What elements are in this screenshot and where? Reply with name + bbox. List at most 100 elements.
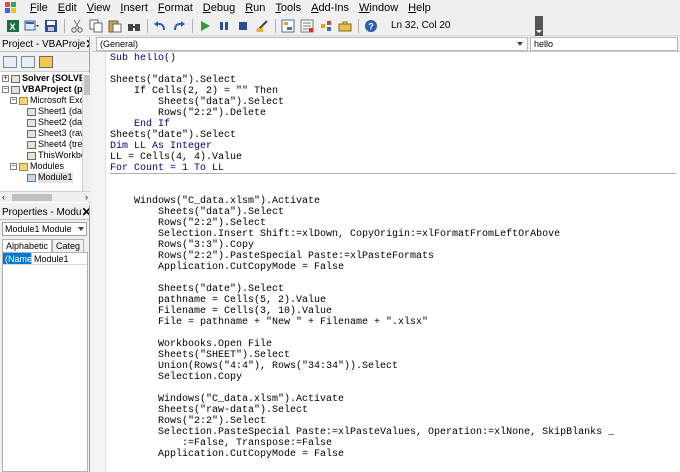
tree-item[interactable]: − VBAProject (pro xyxy=(0,84,82,95)
close-icon[interactable]: ✕ xyxy=(85,38,89,51)
save-icon[interactable] xyxy=(42,17,59,34)
object-combo[interactable]: (General) xyxy=(96,37,528,51)
code-line[interactable] xyxy=(110,383,676,394)
code-line[interactable]: Workbooks.Open File xyxy=(110,339,676,350)
vba-app-icon[interactable] xyxy=(5,2,19,14)
tree-item[interactable]: + Solver (SOLVER. xyxy=(0,73,82,84)
code-line[interactable]: File = pathname + "New " + Filename + ".… xyxy=(110,317,676,328)
margin-indicator-bar[interactable] xyxy=(92,52,106,472)
code-line[interactable]: pathname = Cells(5, 2).Value xyxy=(110,295,676,306)
undo-icon[interactable] xyxy=(151,17,168,34)
code-line[interactable]: Rows("2:2").Select xyxy=(110,416,676,427)
tree-item[interactable]: Sheet4 (trend xyxy=(0,139,82,150)
code-line[interactable]: Sheets("data").Select xyxy=(110,75,676,86)
tree-expander-icon[interactable]: − xyxy=(10,97,17,104)
object-browser-icon[interactable] xyxy=(317,17,334,34)
code-line[interactable] xyxy=(110,174,676,185)
code-line[interactable]: Selection.Copy xyxy=(110,372,676,383)
toolbar-options-button[interactable] xyxy=(535,15,543,36)
tree-item[interactable]: Sheet3 (raw-c xyxy=(0,128,82,139)
tree-expander-icon[interactable]: − xyxy=(10,163,17,170)
copy-icon[interactable] xyxy=(87,17,104,34)
redo-icon[interactable] xyxy=(170,17,187,34)
code-line[interactable] xyxy=(110,273,676,284)
scroll-right-icon[interactable]: › xyxy=(85,193,88,202)
code-line[interactable]: Application.CutCopyMode = False xyxy=(110,449,676,460)
tab-alphabetic[interactable]: Alphabetic xyxy=(2,239,53,253)
code-line[interactable]: Application.CutCopyMode = False xyxy=(110,262,676,273)
tab-categorized[interactable]: Categ xyxy=(52,239,85,253)
menu-item-add-ins[interactable]: Add-Ins xyxy=(306,0,354,16)
code-line[interactable]: Sheets("raw-data").Select xyxy=(110,405,676,416)
code-line[interactable]: Filename = Cells(3, 10).Value xyxy=(110,306,676,317)
property-value[interactable]: Module1 xyxy=(32,253,69,264)
project-vertical-scrollbar[interactable] xyxy=(82,73,90,191)
code-line[interactable]: LL = Cells(4, 4).Value xyxy=(110,152,676,163)
menu-item-insert[interactable]: Insert xyxy=(115,0,153,16)
paste-icon[interactable] xyxy=(106,17,123,34)
insert-userform-icon[interactable] xyxy=(23,17,40,34)
code-line[interactable]: Dim LL As Integer xyxy=(110,141,676,152)
code-line[interactable]: Sheets("date").Select xyxy=(110,284,676,295)
menu-item-file[interactable]: File xyxy=(25,0,53,16)
code-line[interactable]: End If xyxy=(110,119,676,130)
help-icon[interactable]: ? xyxy=(362,17,379,34)
code-line[interactable] xyxy=(110,185,676,196)
view-object-icon[interactable] xyxy=(21,55,35,68)
menu-item-format[interactable]: Format xyxy=(153,0,198,16)
code-line[interactable]: Selection.PasteSpecial Paste:=xlPasteVal… xyxy=(110,427,676,438)
code-line[interactable]: Sheets("data").Select xyxy=(110,97,676,108)
code-line[interactable]: :=False, Transpose:=False xyxy=(110,438,676,449)
code-line[interactable]: Rows("2:2").PasteSpecial Paste:=xlPasteF… xyxy=(110,251,676,262)
menu-item-window[interactable]: Window xyxy=(354,0,403,16)
code-line[interactable]: Rows("2:2").Select xyxy=(110,218,676,229)
code-line[interactable]: Rows("2:2").Delete xyxy=(110,108,676,119)
tree-item[interactable]: Sheet1 (data) xyxy=(0,106,82,117)
code-line[interactable]: Union(Rows("4:4"), Rows("34:34")).Select xyxy=(110,361,676,372)
close-icon[interactable]: ✕ xyxy=(81,206,89,219)
menu-item-tools[interactable]: Tools xyxy=(270,0,306,16)
code-line[interactable]: Sheets("SHEET").Select xyxy=(110,350,676,361)
reset-icon[interactable] xyxy=(234,17,251,34)
run-icon[interactable] xyxy=(196,17,213,34)
code-line[interactable]: If Cells(2, 2) = "" Then xyxy=(110,86,676,97)
project-horizontal-scrollbar[interactable]: ‹ › xyxy=(0,191,90,202)
tree-item[interactable]: Sheet2 (date) xyxy=(0,117,82,128)
tree-expander-icon[interactable]: + xyxy=(2,75,9,82)
code-line[interactable]: Sub hello() xyxy=(110,53,676,64)
design-mode-icon[interactable] xyxy=(253,17,270,34)
menu-item-run[interactable]: Run xyxy=(240,0,270,16)
property-row[interactable]: (Name) Module1 xyxy=(3,253,87,265)
break-icon[interactable] xyxy=(215,17,232,34)
code-line[interactable] xyxy=(110,64,676,75)
code-line[interactable]: Sheets("data").Select xyxy=(110,207,676,218)
tree-item[interactable]: Module1 xyxy=(0,172,82,183)
menu-item-help[interactable]: Help xyxy=(403,0,436,16)
code-line[interactable]: Rows("3:3").Copy xyxy=(110,240,676,251)
cut-icon[interactable] xyxy=(68,17,85,34)
tree-item[interactable]: − Microsoft Excel ( xyxy=(0,95,82,106)
code-line[interactable]: For Count = 1 To LL xyxy=(110,163,676,174)
menu-item-edit[interactable]: Edit xyxy=(53,0,82,16)
procedure-combo[interactable]: hello xyxy=(530,37,678,51)
excel-view-icon[interactable]: X xyxy=(4,17,21,34)
code-line[interactable]: Windows("C_data.xlsm").Activate xyxy=(110,394,676,405)
toggle-folders-icon[interactable] xyxy=(39,55,53,68)
code-line[interactable]: Windows("C_data.xlsm").Activate xyxy=(110,196,676,207)
code-line[interactable] xyxy=(110,328,676,339)
tree-item[interactable]: ThisWorkboo xyxy=(0,150,82,161)
project-explorer-icon[interactable] xyxy=(279,17,296,34)
menu-item-debug[interactable]: Debug xyxy=(198,0,240,16)
properties-icon[interactable] xyxy=(298,17,315,34)
properties-object-select[interactable]: Module1 Module xyxy=(2,222,87,236)
toolbox-icon[interactable] xyxy=(336,17,353,34)
code-editor[interactable]: Sub hello() Sheets("data").Select If Cell… xyxy=(110,53,676,472)
scroll-left-icon[interactable]: ‹ xyxy=(2,193,5,202)
code-line[interactable]: Selection.Insert Shift:=xlDown, CopyOrig… xyxy=(110,229,676,240)
view-code-icon[interactable] xyxy=(3,55,17,68)
menu-item-view[interactable]: View xyxy=(82,0,116,16)
tree-item[interactable]: − Modules xyxy=(0,161,82,172)
find-icon[interactable] xyxy=(125,17,142,34)
tree-expander-icon[interactable]: − xyxy=(2,86,9,93)
code-line[interactable]: Sheets("date").Select xyxy=(110,130,676,141)
